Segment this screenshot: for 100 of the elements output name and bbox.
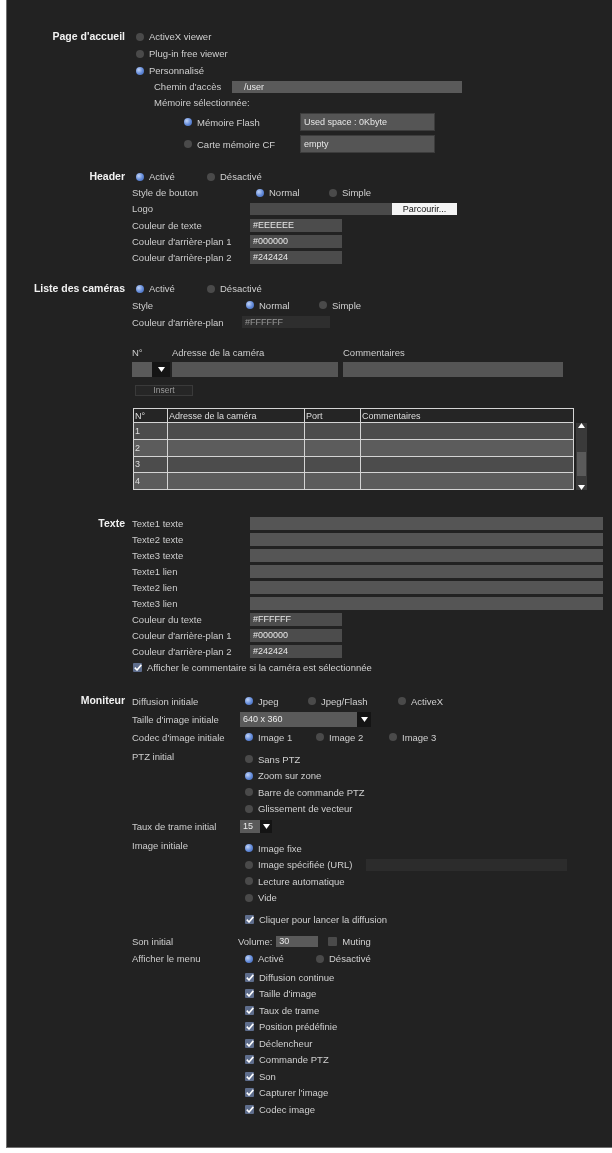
checkbox[interactable] [245, 1055, 254, 1065]
radio-button[interactable] [184, 118, 192, 126]
radio-button[interactable] [136, 32, 144, 41]
color-field[interactable]: #242424 [250, 250, 342, 264]
checkbox[interactable] [245, 989, 254, 999]
column-label: Commentaires [343, 346, 405, 358]
color-field[interactable]: #EEEEEE [250, 218, 342, 232]
radio-button[interactable] [256, 188, 264, 197]
option-label: Barre de commande PTZ [258, 786, 365, 798]
checkbox-label: Position prédéfinie [259, 1021, 338, 1033]
radio-button[interactable] [246, 301, 254, 309]
radio-button[interactable] [245, 877, 253, 886]
radio-button[interactable] [245, 697, 253, 705]
checkbox[interactable] [245, 972, 254, 982]
radio-button[interactable] [245, 804, 253, 813]
scrollbar-thumb[interactable] [577, 452, 586, 476]
text-field[interactable] [250, 548, 603, 562]
text-field[interactable] [250, 516, 603, 530]
option-label: Normal [259, 299, 290, 311]
radio-button[interactable] [245, 755, 253, 764]
checkbox[interactable] [245, 1088, 254, 1098]
field-label: Logo [132, 203, 154, 214]
color-field[interactable]: #242424 [250, 644, 342, 658]
volume-label: Volume: [238, 935, 273, 947]
option-label: Vide [258, 892, 277, 904]
radio-button[interactable] [245, 893, 253, 902]
caret-up-icon [578, 423, 585, 428]
checkbox-label: Codec image [259, 1103, 315, 1115]
column-header: Port [304, 408, 361, 423]
option-label: Simple [332, 299, 362, 311]
comment-field[interactable] [343, 362, 563, 377]
option-label: Image 1 [258, 731, 293, 743]
path-field[interactable]: /user [232, 80, 462, 93]
radio-button[interactable] [398, 697, 406, 705]
color-field[interactable]: #000000 [250, 628, 342, 642]
volume-field[interactable]: 30 [276, 935, 319, 947]
dropdown[interactable] [132, 362, 170, 377]
radio-button[interactable] [207, 172, 215, 181]
radio-button[interactable] [308, 697, 316, 705]
checkbox[interactable] [328, 936, 338, 946]
radio-button[interactable] [245, 954, 253, 963]
radio-button[interactable] [245, 844, 253, 853]
field-label: Couleur d'arrière-plan 1 [132, 235, 232, 247]
radio-button[interactable] [389, 733, 397, 741]
file-path-field[interactable] [250, 202, 392, 215]
radio-button[interactable] [207, 284, 215, 293]
text-field[interactable] [250, 564, 603, 578]
address-field[interactable] [172, 362, 338, 377]
checkbox-label: Capturer l'image [259, 1087, 329, 1099]
field-label: Mémoire sélectionnée: [154, 97, 250, 108]
field-label: Afficher le menu [132, 953, 201, 964]
option-label: Image 3 [402, 731, 437, 743]
column-header: Commentaires [360, 408, 574, 423]
option-label: Désactivé [220, 283, 262, 294]
field-label: Style [132, 299, 154, 311]
checkbox[interactable] [245, 1038, 254, 1048]
radio-button[interactable] [245, 771, 253, 780]
radio-button[interactable] [136, 284, 144, 293]
scrollbar[interactable] [576, 423, 587, 490]
section-title: Texte [98, 516, 125, 531]
radio-button[interactable] [319, 301, 327, 309]
color-field[interactable]: #000000 [250, 234, 342, 248]
radio-button[interactable] [184, 140, 192, 148]
option-label: Activé [258, 953, 284, 964]
field-label: Diffusion initiale [132, 695, 199, 707]
checkbox-label: Muting [342, 935, 371, 947]
radio-button[interactable] [136, 49, 144, 58]
checkbox[interactable] [245, 1104, 254, 1114]
color-field[interactable]: #FFFFFF [250, 612, 342, 626]
checkbox[interactable] [245, 1022, 254, 1032]
text-field[interactable] [250, 532, 603, 546]
checkbox[interactable] [245, 914, 254, 924]
field-label: Couleur du texte [132, 613, 202, 625]
radio-button[interactable] [316, 954, 324, 963]
radio-button[interactable] [136, 172, 144, 181]
radio-button[interactable] [316, 733, 324, 741]
text-field[interactable] [250, 580, 603, 594]
dropdown[interactable]: 640 x 360 [240, 711, 371, 727]
text-field[interactable] [250, 596, 603, 610]
status-field: Used space : 0Kbyte [300, 113, 435, 131]
radio-button[interactable] [245, 860, 253, 869]
checkbox[interactable] [245, 1005, 254, 1015]
option-label: Sans PTZ [258, 753, 301, 765]
option-label: Plug-in free viewer [149, 48, 228, 59]
radio-button[interactable] [136, 66, 144, 75]
checkbox[interactable] [133, 662, 142, 672]
radio-button[interactable] [329, 188, 337, 197]
checkbox[interactable] [245, 1071, 254, 1081]
dropdown[interactable]: 15 [240, 819, 272, 833]
checkbox-label: Diffusion continue [259, 971, 335, 983]
option-label: Zoom sur zone [258, 770, 322, 782]
option-label: Carte mémoire CF [197, 138, 276, 150]
radio-button[interactable] [245, 788, 253, 797]
checkbox-label: Cliquer pour lancer la diffusion [259, 913, 388, 925]
option-label: Glissement de vecteur [258, 803, 353, 815]
browse-button[interactable]: Parcourir... [392, 202, 457, 215]
option-label: Mémoire Flash [197, 116, 260, 128]
radio-button[interactable] [245, 733, 253, 741]
checkmark-icon [245, 915, 254, 923]
field-label: Couleur d'arrière-plan 2 [132, 251, 232, 263]
